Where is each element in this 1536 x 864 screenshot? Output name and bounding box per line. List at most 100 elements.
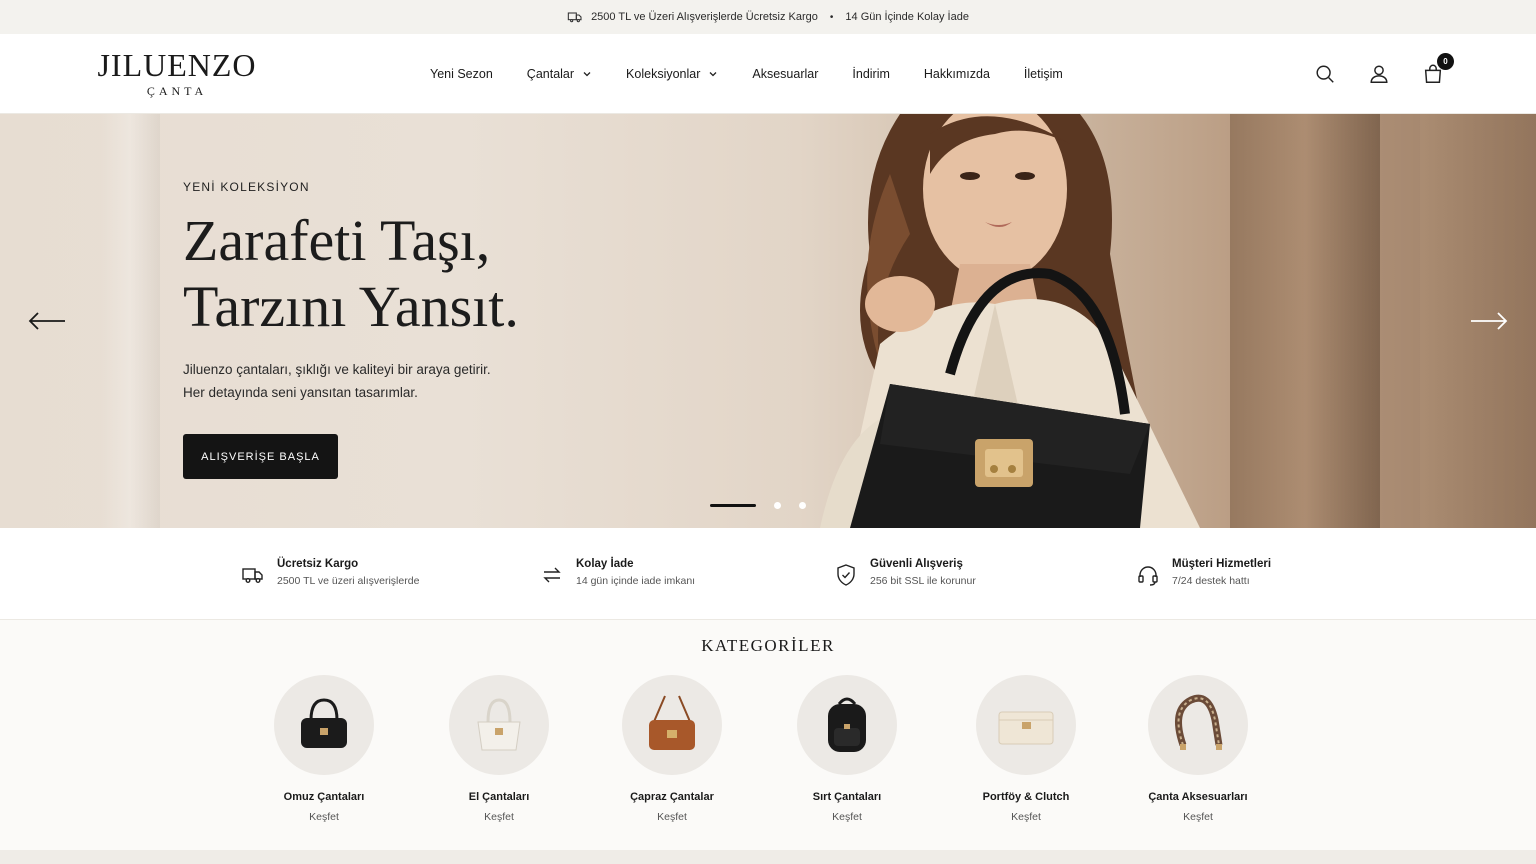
shop-now-button[interactable]: ALIŞVERİŞE BAŞLA bbox=[183, 434, 338, 479]
hero-headline: Zarafeti Taşı, Tarzını Yansıt. bbox=[183, 208, 519, 340]
hero-eyebrow: YENİ KOLEKSİYON bbox=[183, 180, 310, 194]
category-name: Çapraz Çantalar bbox=[630, 791, 714, 803]
category-sirt-cantalari[interactable]: Sırt Çantaları Keşfet bbox=[777, 675, 917, 823]
clutch-icon bbox=[998, 711, 1054, 745]
announcement-returns: 14 Gün İçinde Kolay İade bbox=[845, 11, 969, 23]
slider-pagination bbox=[710, 502, 806, 509]
nav-item-koleksiyonlar[interactable]: Koleksiyonlar bbox=[626, 67, 718, 81]
cart-count-badge: 0 bbox=[1437, 53, 1454, 70]
header-actions: 0 bbox=[1314, 34, 1454, 114]
hero-desc-line1: Jiluenzo çantaları, şıklığı ve kaliteyi … bbox=[183, 362, 491, 377]
feature-title: Müşteri Hizmetleri bbox=[1172, 558, 1272, 570]
chevron-down-icon bbox=[583, 72, 591, 77]
feature-secure-shopping: Güvenli Alışveriş 256 bit SSL ile korunu… bbox=[834, 558, 976, 587]
hero-bg-column bbox=[100, 114, 160, 528]
logo-subtitle: ÇANTA bbox=[146, 84, 208, 98]
hero-headline-line2: Tarzını Yansıt. bbox=[183, 274, 519, 339]
main-nav: Yeni Sezon Çantalar Koleksiyonlar Aksesu… bbox=[430, 34, 1063, 114]
hero-bg-column bbox=[1230, 114, 1380, 528]
nav-item-iletisim[interactable]: İletişim bbox=[1024, 67, 1063, 81]
category-capraz-cantalar[interactable]: Çapraz Çantalar Keşfet bbox=[602, 675, 742, 823]
feature-title: Güvenli Alışveriş bbox=[870, 558, 963, 570]
announcement-shipping: 2500 TL ve Üzeri Alışverişlerde Ücretsiz… bbox=[591, 11, 818, 23]
category-el-cantalari[interactable]: El Çantaları Keşfet bbox=[429, 675, 569, 823]
category-image bbox=[622, 675, 722, 775]
category-image bbox=[274, 675, 374, 775]
arrow-right-icon[interactable] bbox=[1469, 310, 1509, 332]
nav-label: İndirim bbox=[852, 67, 890, 81]
categories-section: KATEGORİLER Omuz Çantaları Keşfet El Çan… bbox=[0, 620, 1536, 850]
category-explore-link[interactable]: Keşfet bbox=[1128, 811, 1268, 823]
section-divider bbox=[0, 850, 1536, 864]
category-omuz-cantalari[interactable]: Omuz Çantaları Keşfet bbox=[254, 675, 394, 823]
search-icon bbox=[1316, 65, 1334, 83]
user-icon bbox=[1370, 65, 1388, 83]
feature-text: 256 bit SSL ile korunur bbox=[870, 575, 976, 587]
feature-text: 14 gün içinde iade imkanı bbox=[576, 575, 696, 587]
logo-brand: JILUENZO bbox=[97, 47, 257, 83]
slider-dot[interactable] bbox=[774, 502, 781, 509]
chevron-down-icon bbox=[709, 72, 717, 77]
feature-customer-service: Müşteri Hizmetleri 7/24 destek hattı bbox=[1136, 558, 1271, 587]
category-name: Çanta Aksesuarları bbox=[1148, 791, 1248, 803]
nav-label: Koleksiyonlar bbox=[626, 67, 701, 81]
site-header: JILUENZO ÇANTA Yeni Sezon Çantalar Kolek… bbox=[0, 34, 1536, 114]
nav-label: Hakkımızda bbox=[923, 67, 990, 81]
announcement-separator: • bbox=[829, 11, 834, 23]
category-explore-link[interactable]: Keşfet bbox=[602, 811, 742, 823]
category-canta-aksesuarlari[interactable]: Çanta Aksesuarları Keşfet bbox=[1128, 675, 1268, 823]
feature-title: Kolay İade bbox=[576, 558, 634, 570]
announcement-bar: 2500 TL ve Üzeri Alışverişlerde Ücretsiz… bbox=[0, 0, 1536, 34]
category-explore-link[interactable]: Keşfet bbox=[429, 811, 569, 823]
nav-label: Aksesuarlar bbox=[752, 67, 819, 81]
feature-text: 2500 TL ve üzeri alışverişlerde bbox=[277, 575, 420, 587]
category-name: Portföy & Clutch bbox=[982, 791, 1070, 803]
cart-button[interactable]: 0 bbox=[1422, 53, 1454, 85]
nav-item-cantalar[interactable]: Çantalar bbox=[527, 67, 592, 81]
category-image bbox=[1148, 675, 1248, 775]
hero-model-image bbox=[820, 114, 1200, 528]
shield-icon bbox=[837, 564, 855, 586]
search-button[interactable] bbox=[1314, 63, 1336, 85]
feature-free-shipping: Ücretsiz Kargo 2500 TL ve üzeri alışveri… bbox=[241, 558, 419, 587]
feature-text: 7/24 destek hattı bbox=[1172, 575, 1250, 587]
return-icon bbox=[543, 567, 561, 583]
nav-item-indirim[interactable]: İndirim bbox=[852, 67, 890, 81]
hero-headline-line1: Zarafeti Taşı, bbox=[183, 208, 491, 273]
category-explore-link[interactable]: Keşfet bbox=[254, 811, 394, 823]
slider-dot-active[interactable] bbox=[710, 504, 756, 507]
category-name: El Çantaları bbox=[468, 791, 530, 803]
account-button[interactable] bbox=[1368, 63, 1390, 85]
category-image bbox=[449, 675, 549, 775]
nav-label: İletişim bbox=[1023, 67, 1063, 81]
category-name: Omuz Çantaları bbox=[283, 791, 365, 803]
hero-description: Jiluenzo çantaları, şıklığı ve kaliteyi … bbox=[183, 358, 519, 404]
bag-strap-icon bbox=[1175, 694, 1223, 750]
arrow-left-icon[interactable] bbox=[27, 310, 67, 332]
nav-item-yeni-sezon[interactable]: Yeni Sezon bbox=[430, 67, 493, 81]
nav-item-hakkimizda[interactable]: Hakkımızda bbox=[924, 67, 990, 81]
categories-title: KATEGORİLER bbox=[701, 636, 835, 655]
truck-icon bbox=[242, 568, 263, 583]
category-explore-link[interactable]: Keşfet bbox=[956, 811, 1096, 823]
hero-banner: YENİ KOLEKSİYON Zarafeti Taşı, Tarzını Y… bbox=[0, 114, 1536, 528]
crossbody-bag-icon bbox=[649, 695, 695, 750]
category-explore-link[interactable]: Keşfet bbox=[777, 811, 917, 823]
feature-easy-return: Kolay İade 14 gün içinde iade imkanı bbox=[540, 558, 695, 587]
nav-label: Çantalar bbox=[526, 67, 575, 81]
feature-title: Ücretsiz Kargo bbox=[277, 558, 359, 570]
nav-item-aksesuarlar[interactable]: Aksesuarlar bbox=[752, 67, 818, 81]
category-portfoy-clutch[interactable]: Portföy & Clutch Keşfet bbox=[956, 675, 1096, 823]
handbag-icon bbox=[477, 698, 521, 751]
category-name: Sırt Çantaları bbox=[812, 791, 882, 803]
category-image bbox=[797, 675, 897, 775]
truck-icon bbox=[567, 12, 582, 23]
category-image bbox=[976, 675, 1076, 775]
headset-icon bbox=[1138, 566, 1158, 586]
logo[interactable]: JILUENZO ÇANTA bbox=[92, 48, 262, 99]
slider-dot[interactable] bbox=[799, 502, 806, 509]
features-strip: Ücretsiz Kargo 2500 TL ve üzeri alışveri… bbox=[0, 528, 1536, 620]
nav-label: Yeni Sezon bbox=[430, 67, 493, 81]
shoulder-bag-icon bbox=[301, 698, 347, 748]
backpack-icon bbox=[828, 697, 866, 752]
